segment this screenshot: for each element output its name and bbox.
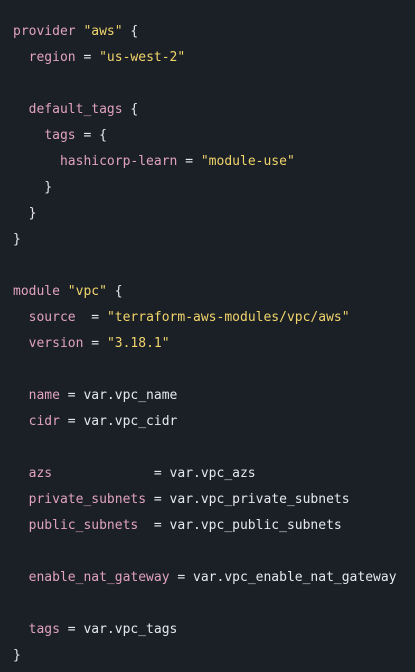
code-text: =	[177, 154, 201, 169]
code-line: public_subnets = var.vpc_public_subnets	[13, 516, 415, 542]
code-keyword: source	[28, 310, 76, 325]
code-line: provider "aws" {	[13, 22, 415, 48]
code-keyword: name	[28, 388, 60, 403]
code-text: }	[13, 232, 21, 247]
code-line: }	[13, 230, 415, 256]
code-line: region = "us-west-2"	[13, 48, 415, 74]
code-text: }	[13, 206, 37, 221]
code-line: cidr = var.vpc_cidr	[13, 412, 415, 438]
code-line: source = "terraform-aws-modules/vpc/aws"	[13, 308, 415, 334]
code-line: version = "3.18.1"	[13, 334, 415, 360]
code-keyword: public_subnets	[28, 518, 139, 533]
code-line: default_tags {	[13, 100, 415, 126]
code-string: "vpc"	[67, 284, 107, 299]
code-string: "3.18.1"	[106, 336, 170, 351]
code-keyword: default_tags	[28, 102, 123, 117]
code-line: module "vpc" {	[13, 282, 415, 308]
code-text: =	[75, 50, 100, 65]
code-keyword: cidr	[28, 414, 60, 429]
code-line: }	[13, 646, 415, 672]
code-text: = var.vpc_tags	[59, 622, 178, 637]
code-string: "module-use"	[200, 154, 295, 169]
code-text: =	[83, 336, 107, 351]
code-string: "us-west-2"	[99, 50, 186, 65]
code-string: "aws"	[83, 24, 123, 39]
code-line: enable_nat_gateway = var.vpc_enable_nat_…	[13, 568, 415, 594]
code-text: = {	[75, 128, 107, 143]
code-text: }	[13, 180, 53, 195]
code-keyword: private_subnets	[28, 492, 147, 507]
code-text: = var.vpc_name	[59, 388, 178, 403]
code-keyword: version	[28, 336, 84, 351]
code-text: = var.vpc_private_subnets	[146, 492, 350, 507]
code-text: = var.vpc_public_subnets	[138, 518, 342, 533]
code-keyword: azs	[28, 466, 53, 481]
code-line: tags = var.vpc_tags	[13, 620, 415, 646]
code-keyword: tags	[28, 622, 60, 637]
code-keyword: region	[28, 50, 76, 65]
code-keyword: tags	[44, 128, 76, 143]
code-keyword: enable_nat_gateway	[28, 570, 170, 585]
code-line: name = var.vpc_name	[13, 386, 415, 412]
code-text: {	[122, 24, 139, 39]
code-string: "terraform-aws-modules/vpc/aws"	[106, 310, 350, 325]
code-line: hashicorp-learn = "module-use"	[13, 152, 415, 178]
code-text: = var.vpc_cidr	[59, 414, 178, 429]
code-line: }	[13, 178, 415, 204]
code-block: provider "aws" { region = "us-west-2" de…	[0, 0, 415, 668]
code-line: private_subnets = var.vpc_private_subnet…	[13, 490, 415, 516]
code-keyword: hashicorp-learn	[59, 154, 178, 169]
code-text: =	[75, 310, 107, 325]
code-text: {	[122, 102, 139, 117]
code-text: {	[106, 284, 123, 299]
code-text: = var.vpc_azs	[52, 466, 256, 481]
code-text: = var.vpc_enable_nat_gateway	[169, 570, 397, 585]
code-line: azs = var.vpc_azs	[13, 464, 415, 490]
code-line: tags = {	[13, 126, 415, 152]
code-line: }	[13, 204, 415, 230]
code-keyword: module	[13, 284, 60, 299]
code-keyword: provider	[13, 24, 76, 39]
code-text: }	[13, 648, 21, 663]
